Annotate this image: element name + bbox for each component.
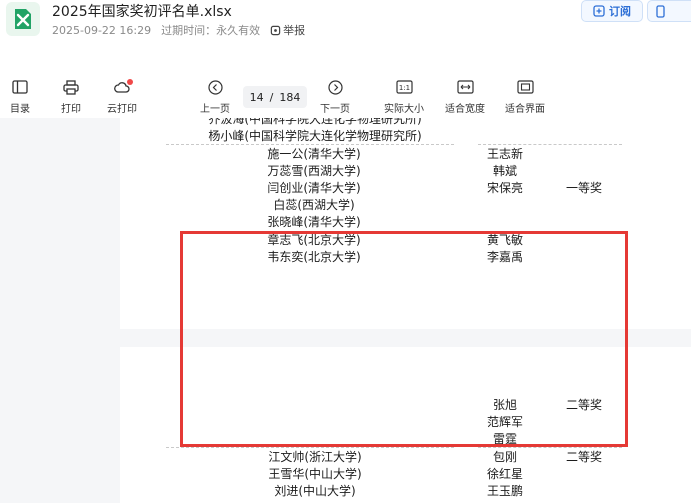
subscribe-icon <box>593 5 605 17</box>
next-page-label: 下一页 <box>320 104 350 115</box>
nominator-cell: 包刚 <box>492 450 518 464</box>
file-meta: 2025-09-22 16:29 过期时间：永久有效 举报 <box>52 22 315 38</box>
mobile-icon <box>656 5 665 18</box>
nominee-cell: 江文帅(浙江大学) <box>268 450 362 464</box>
report-label: 举报 <box>283 24 306 37</box>
file-title: 2025年国家奖初评名单.xlsx <box>52 4 232 20</box>
print-button[interactable]: 打印 <box>61 78 81 115</box>
nominee-cell: 万蕊雪(西湖大学) <box>267 164 361 178</box>
upload-date: 2025-09-22 16:29 <box>52 23 152 37</box>
chevron-right-icon <box>327 79 343 95</box>
nominator-cell: 韩斌 <box>492 164 518 178</box>
nominee-cell: 王雪华(中山大学) <box>268 467 362 481</box>
nominee-cell: 闫创业(清华大学) <box>267 181 361 195</box>
catalog-button[interactable]: 目录 <box>10 78 30 115</box>
fit-width-icon <box>456 80 474 94</box>
page-current[interactable]: 14 <box>250 91 264 104</box>
actual-size-button[interactable]: 1:1 实际大小 <box>384 78 424 115</box>
fit-page-label: 适合界面 <box>505 104 545 115</box>
cloud-print-label: 云打印 <box>107 104 137 115</box>
page-indicator[interactable]: 14 / 184 <box>243 86 307 108</box>
printer-icon <box>63 79 79 95</box>
nominator-cell: 宋保亮 <box>486 181 524 195</box>
excel-file-icon <box>6 2 40 36</box>
report-icon <box>270 25 281 35</box>
catalog-label: 目录 <box>10 104 30 115</box>
cut-off-row: 乔汲海(中国科学院大连化学物理研究所) <box>120 118 691 127</box>
nominator-cell: 王玉鹏 <box>486 484 524 498</box>
nominator-cell: 徐红星 <box>486 467 524 481</box>
file-header: 2025年国家奖初评名单.xlsx 2025-09-22 16:29 过期时间：… <box>0 0 691 44</box>
award-cell: 一等奖 <box>565 181 603 195</box>
fit-page-icon <box>516 80 534 94</box>
row-divider <box>166 447 454 448</box>
prev-page-button[interactable]: 上一页 <box>200 78 230 115</box>
nominee-cell: 施一公(清华大学) <box>267 147 361 161</box>
actual-size-icon: 1:1 <box>395 80 413 94</box>
award-cell: 二等奖 <box>565 450 603 464</box>
subscribe-label: 订阅 <box>609 5 631 18</box>
next-page-button[interactable]: 下一页 <box>320 78 350 115</box>
fit-page-button[interactable]: 适合界面 <box>505 78 545 115</box>
row-divider <box>478 144 622 145</box>
report-link[interactable]: 举报 <box>270 22 305 38</box>
print-label: 打印 <box>61 104 81 115</box>
fit-width-label: 适合宽度 <box>445 104 485 115</box>
highlight-box <box>180 231 628 447</box>
nominee-cell: 张晓峰(清华大学) <box>267 215 361 229</box>
nominee-cell: 乔汲海(中国科学院大连化学物理研究所) <box>208 118 422 126</box>
nominee-cell: 刘进(中山大学) <box>274 484 356 498</box>
catalog-icon <box>12 80 28 94</box>
fit-width-button[interactable]: 适合宽度 <box>445 78 485 115</box>
page-separator: / <box>269 90 274 104</box>
nominator-cell: 王志新 <box>486 147 524 161</box>
row-divider <box>478 447 622 448</box>
notification-dot <box>127 79 133 85</box>
actual-size-label: 实际大小 <box>384 104 424 115</box>
cloud-print-button[interactable]: 云打印 <box>107 78 137 115</box>
prev-page-label: 上一页 <box>200 104 230 115</box>
nominee-cell: 白蕊(西湖大学) <box>273 198 355 212</box>
expire-time: 过期时间：永久有效 <box>161 24 261 37</box>
chevron-left-icon <box>207 79 223 95</box>
page-total: 184 <box>279 90 301 104</box>
subscribe-button[interactable]: 订阅 <box>581 0 643 22</box>
svg-text:1:1: 1:1 <box>398 84 409 92</box>
nominee-cell: 杨小峰(中国科学院大连化学物理研究所) <box>208 129 422 143</box>
viewer-toolbar: 目录 打印 云打印 上一页 14 / 184 下一页 1:1 实际大小 适合宽度… <box>0 72 691 118</box>
row-divider <box>166 144 454 145</box>
mobile-view-button[interactable] <box>647 0 691 22</box>
